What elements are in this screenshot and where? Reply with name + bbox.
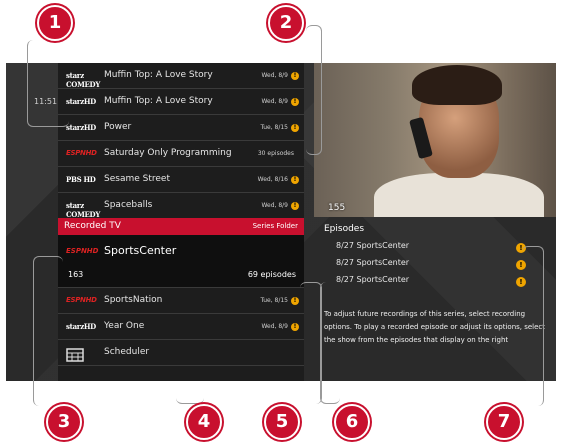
list-item-date: Wed, 8/9 <box>261 323 288 330</box>
series-folder-bar: Recorded TV Series Folder <box>58 218 304 235</box>
warning-icon: ! <box>291 98 299 106</box>
episodes-panel: Episodes 8/27 SportsCenter ! 8/27 Sports… <box>314 217 556 381</box>
warning-icon: ! <box>291 176 299 184</box>
list-item[interactable]: starzHD Power Tue, 8/15 ! <box>58 115 304 141</box>
list-item-title: Spaceballs <box>104 200 153 210</box>
warning-icon: ! <box>291 202 299 210</box>
selected-series[interactable]: ESPNHD SportsCenter 163 69 episodes <box>58 235 304 288</box>
video-preview: 155 <box>314 63 556 217</box>
list-item-title: Muffin Top: A Love Story <box>104 70 213 80</box>
list-item-title: Saturday Only Programming <box>104 148 232 158</box>
leader-line <box>176 320 204 404</box>
list-item-title: Muffin Top: A Love Story <box>104 96 213 106</box>
list-item-title: Power <box>104 122 132 132</box>
list-item-date: Wed, 8/9 <box>261 202 288 209</box>
episode-count: 30 episodes <box>257 150 294 157</box>
leader-line <box>33 256 63 406</box>
list-item-date: Wed, 8/9 <box>261 98 288 105</box>
video-frame <box>374 173 544 217</box>
list-item-title: Year One <box>104 321 145 331</box>
episodes-header: Episodes <box>324 224 365 234</box>
channel-logo: starzHD <box>66 322 96 331</box>
channel-logo: ESPNHD <box>66 149 97 157</box>
callout-badge: 1 <box>37 5 73 41</box>
episode-item[interactable]: 8/27 SportsCenter ! <box>336 275 546 292</box>
episode-item[interactable]: 8/27 SportsCenter ! <box>336 241 546 258</box>
warning-icon: ! <box>291 72 299 80</box>
list-item-date: Wed, 8/9 <box>261 72 288 79</box>
channel-logo: ESPNHD <box>66 247 99 255</box>
channel-logo: starzHD <box>66 123 96 132</box>
episode-item[interactable]: 8/27 SportsCenter ! <box>336 258 546 275</box>
list-item[interactable]: starzHD Muffin Top: A Love Story Wed, 8/… <box>58 89 304 115</box>
folder-label: Recorded TV <box>64 221 121 231</box>
selected-title: SportsCenter <box>104 244 177 257</box>
list-item[interactable]: PBS HD Sesame Street Wed, 8/16 ! <box>58 167 304 193</box>
warning-icon: ! <box>291 297 299 305</box>
leader-line <box>522 246 544 406</box>
channel-logo: starzHD <box>66 97 96 106</box>
channel-logo: starz COMEDY <box>66 71 101 89</box>
list-item[interactable]: ESPNHD Saturday Only Programming 30 epis… <box>58 141 304 167</box>
leader-line <box>300 282 322 404</box>
callout-badge: 6 <box>334 404 370 440</box>
warning-icon: ! <box>291 124 299 132</box>
list-item[interactable]: starz COMEDY Muffin Top: A Love Story We… <box>58 63 304 89</box>
callout-badge: 5 <box>264 404 300 440</box>
calendar-icon <box>66 348 96 362</box>
channel-logo: ESPNHD <box>66 296 97 304</box>
list-item-date: Tue, 8/15 <box>260 124 288 131</box>
list-item[interactable]: ESPNHD SportsNation Tue, 8/15 ! <box>58 288 304 314</box>
callout-badge: 3 <box>46 404 82 440</box>
warning-icon: ! <box>291 323 299 331</box>
episode-count: 69 episodes <box>247 270 296 279</box>
callout-badge: 4 <box>186 404 222 440</box>
list-item-title: Sesame Street <box>104 174 170 184</box>
list-item-title: SportsNation <box>104 295 163 305</box>
channel-logo: starz COMEDY <box>66 201 101 219</box>
list-item-title: Scheduler <box>104 347 150 357</box>
callout-badge: 2 <box>268 5 304 41</box>
video-channel-number: 155 <box>328 203 346 213</box>
channel-logo: PBS HD <box>66 175 96 184</box>
list-item-date: Wed, 8/16 <box>257 176 288 183</box>
leader-line <box>320 282 340 404</box>
series-folder-label: Series Folder <box>252 222 298 230</box>
help-text: To adjust future recordings of this seri… <box>324 310 546 344</box>
leader-line <box>306 25 322 155</box>
list-item-date: Tue, 8/15 <box>260 297 288 304</box>
callout-badge: 7 <box>486 404 522 440</box>
leader-line <box>27 40 69 127</box>
list-item[interactable]: starz COMEDY Spaceballs Wed, 8/9 ! <box>58 193 304 219</box>
channel-number: 163 <box>68 270 84 279</box>
